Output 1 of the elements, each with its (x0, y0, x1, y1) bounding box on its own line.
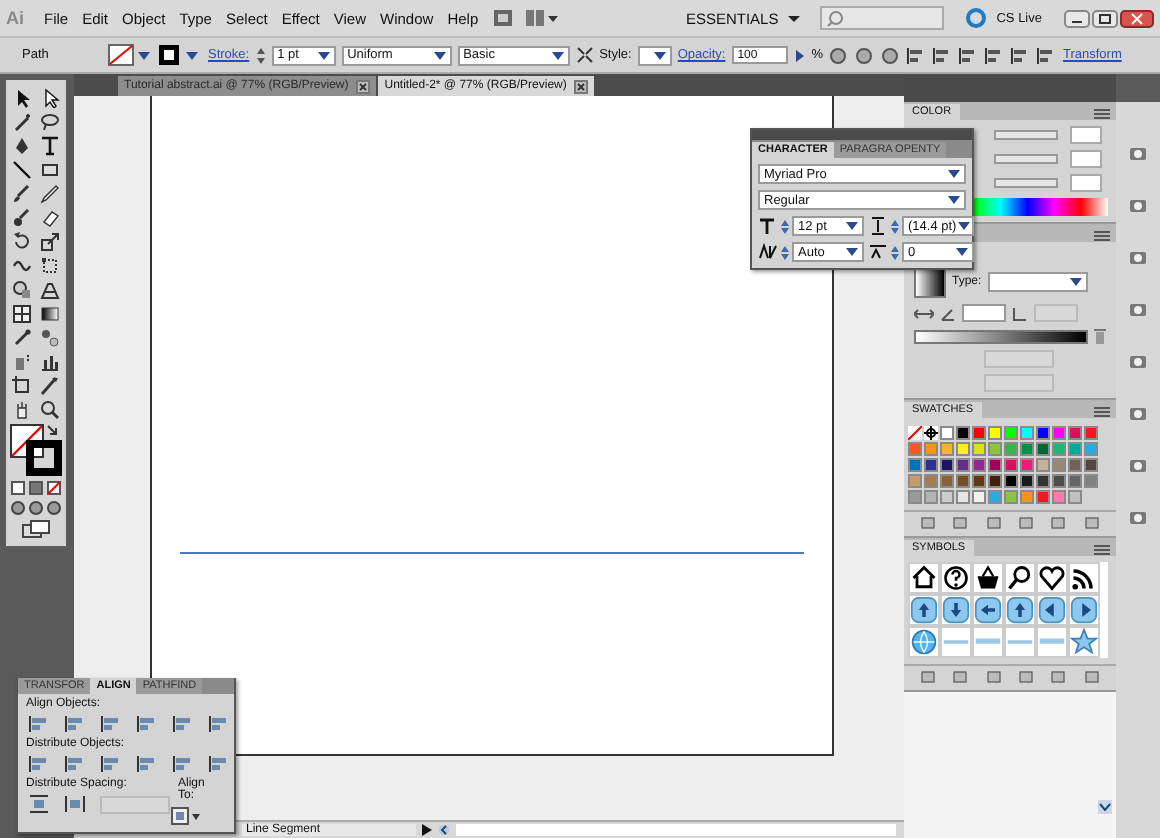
app-logo: Ai (6, 8, 26, 28)
